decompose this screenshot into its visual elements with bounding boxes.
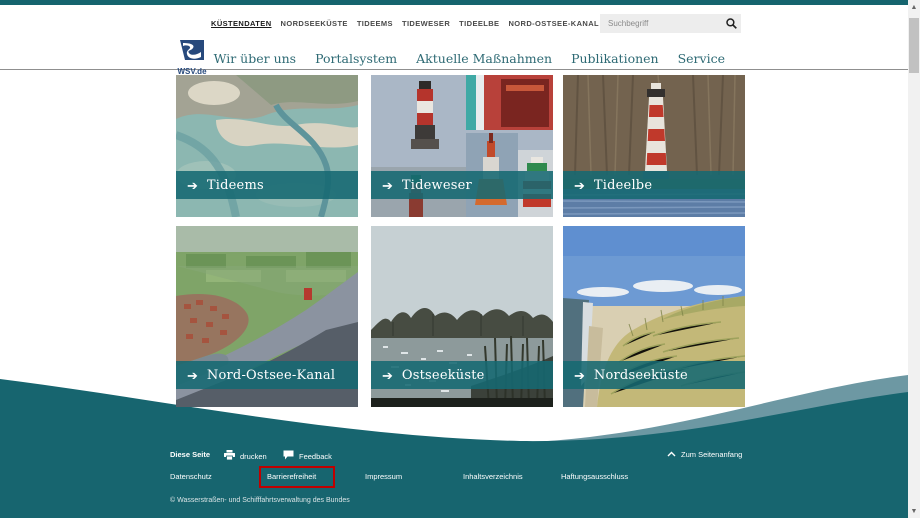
utility-link-tideems[interactable]: TIDEEMS bbox=[357, 19, 393, 28]
printer-icon bbox=[224, 450, 235, 462]
wsv-logo[interactable]: WSV.de bbox=[170, 39, 214, 76]
nav-wir-ueber-uns[interactable]: Wir über uns bbox=[214, 51, 297, 66]
arrow-right-icon: ➔ bbox=[382, 369, 393, 382]
tile-label: Tideelbe bbox=[594, 178, 652, 193]
footer-this-page-label: Diese Seite bbox=[170, 450, 210, 459]
scrollbar-up-arrow[interactable]: ▲ bbox=[908, 0, 920, 14]
arrow-right-icon: ➔ bbox=[574, 369, 585, 382]
tile-label: Ostseeküste bbox=[402, 368, 485, 383]
arrow-right-icon: ➔ bbox=[187, 369, 198, 382]
search-box bbox=[600, 14, 741, 33]
utility-link-kuestendaten[interactable]: KÜSTENDATEN bbox=[211, 19, 272, 28]
search-input[interactable] bbox=[600, 19, 721, 28]
footer-copyright: © Wasserstraßen- und Schifffahrtsverwalt… bbox=[170, 497, 350, 504]
footer-link-inhaltsverzeichnis[interactable]: Inhaltsverzeichnis bbox=[463, 472, 523, 481]
tile-tideelbe-band[interactable]: ➔ Tideelbe bbox=[563, 171, 745, 199]
footer-link-datenschutz[interactable]: Datenschutz bbox=[170, 472, 212, 481]
wsv-logo-icon bbox=[179, 39, 205, 61]
footer-link-impressum[interactable]: Impressum bbox=[365, 472, 402, 481]
utility-link-tideweser[interactable]: TIDEWESER bbox=[402, 19, 450, 28]
nav-aktuelle-massnahmen[interactable]: Aktuelle Maßnahmen bbox=[416, 51, 552, 66]
arrow-right-icon: ➔ bbox=[187, 179, 198, 192]
nav-portalsystem[interactable]: Portalsystem bbox=[315, 51, 397, 66]
tile-tideweser[interactable]: ➔ Tideweser bbox=[371, 75, 553, 217]
tile-tideems-band[interactable]: ➔ Tideems bbox=[176, 171, 358, 199]
arrow-right-icon: ➔ bbox=[574, 179, 585, 192]
arrow-right-icon: ➔ bbox=[382, 179, 393, 192]
tile-label: Nordseeküste bbox=[594, 368, 688, 383]
tile-label: Tideweser bbox=[402, 178, 472, 193]
scrollbar-thumb[interactable] bbox=[909, 18, 919, 73]
utility-link-nord-ostsee-kanal[interactable]: NORD-OSTSEE-KANAL bbox=[508, 19, 599, 28]
main-nav: Wir über uns Portalsystem Aktuelle Maßna… bbox=[214, 51, 725, 66]
scrollbar[interactable]: ▲ ▼ bbox=[908, 0, 920, 518]
footer-link-haftungsausschluss[interactable]: Haftungsausschluss bbox=[561, 472, 628, 481]
page: KÜSTENDATEN NORDSEEKÜSTE TIDEEMS TIDEWES… bbox=[0, 0, 920, 518]
tile-ostseekueste-band[interactable]: ➔ Ostseeküste bbox=[371, 361, 553, 389]
search-icon[interactable] bbox=[721, 14, 741, 33]
utility-link-tideelbe[interactable]: TIDEELBE bbox=[459, 19, 499, 28]
utility-link-nordseekueste[interactable]: NORDSEEKÜSTE bbox=[281, 19, 348, 28]
nav-service[interactable]: Service bbox=[678, 51, 725, 66]
scrollbar-down-arrow[interactable]: ▼ bbox=[908, 504, 920, 518]
footer-feedback-link[interactable]: Feedback bbox=[283, 450, 332, 462]
site-header: KÜSTENDATEN NORDSEEKÜSTE TIDEEMS TIDEWES… bbox=[0, 5, 908, 70]
tile-tideems[interactable]: ➔ Tideems bbox=[176, 75, 358, 217]
tile-label: Tideems bbox=[207, 178, 264, 193]
footer-to-top-link[interactable]: Zum Seitenanfang bbox=[667, 450, 742, 459]
tile-tideelbe[interactable]: ➔ Tideelbe bbox=[563, 75, 745, 217]
footer-print-link[interactable]: drucken bbox=[224, 450, 267, 462]
nav-publikationen[interactable]: Publikationen bbox=[571, 51, 659, 66]
tile-nord-ostsee-kanal-band[interactable]: ➔ Nord-Ostsee-Kanal bbox=[176, 361, 358, 389]
tile-tideweser-band[interactable]: ➔ Tideweser bbox=[371, 171, 553, 199]
tile-ostseekueste[interactable]: ➔ Ostseeküste bbox=[371, 226, 553, 407]
tile-nord-ostsee-kanal[interactable]: ➔ Nord-Ostsee-Kanal bbox=[176, 226, 358, 407]
tile-nordseekueste[interactable]: ➔ Nordseeküste bbox=[563, 226, 745, 407]
chevron-up-icon bbox=[667, 450, 676, 459]
tile-label: Nord-Ostsee-Kanal bbox=[207, 368, 335, 383]
footer-link-barrierefreiheit[interactable]: Barrierefreiheit bbox=[267, 472, 316, 481]
speech-bubble-icon bbox=[283, 450, 294, 462]
tile-nordseekueste-band[interactable]: ➔ Nordseeküste bbox=[563, 361, 745, 389]
